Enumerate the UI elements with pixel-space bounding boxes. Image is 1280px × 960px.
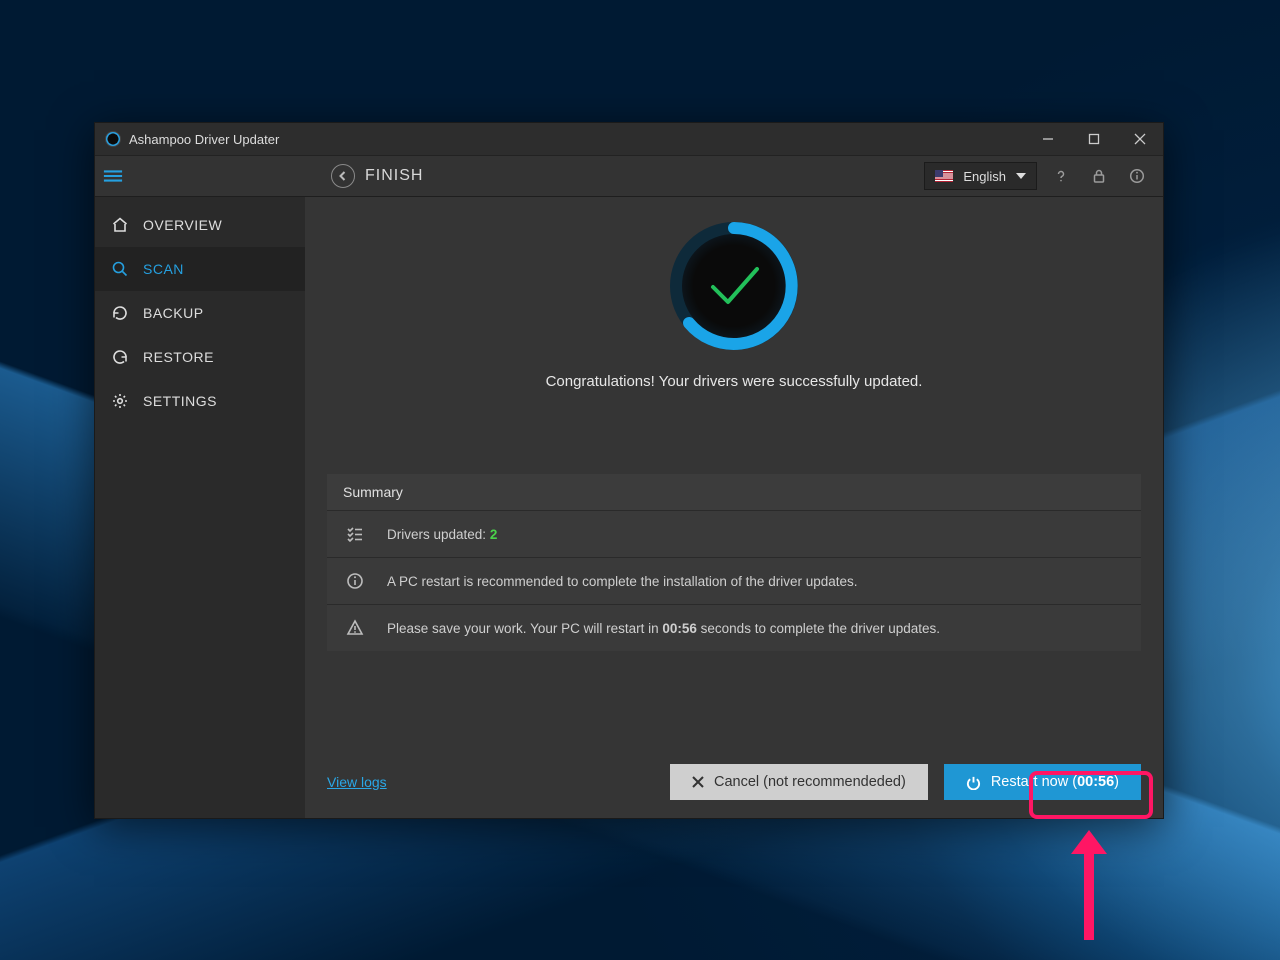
summary-row-text: Please save your work. Your PC will rest… (387, 621, 940, 636)
backup-icon (111, 304, 129, 322)
success-graphic (665, 217, 803, 355)
updated-count: 2 (490, 527, 498, 542)
close-button[interactable] (1117, 123, 1163, 155)
sidebar-item-settings[interactable]: SETTINGS (95, 379, 305, 423)
hamburger-menu-button[interactable] (95, 155, 131, 197)
cancel-label: Cancel (not recommendeded) (714, 774, 906, 790)
hero-message: Congratulations! Your drivers were succe… (546, 373, 923, 390)
language-selector[interactable]: English (924, 162, 1037, 190)
power-icon (966, 775, 981, 790)
sidebar-item-label: SCAN (143, 261, 184, 277)
main-content: Congratulations! Your drivers were succe… (305, 197, 1163, 818)
warning-icon (345, 619, 365, 637)
topbar: FINISH English (95, 155, 1163, 197)
flag-us-icon (935, 170, 953, 182)
summary-row-info: A PC restart is recommended to complete … (327, 557, 1141, 604)
lock-button[interactable] (1085, 162, 1113, 190)
checklist-icon (345, 525, 365, 543)
sidebar-item-label: OVERVIEW (143, 217, 222, 233)
summary-row-text: Drivers updated: 2 (387, 527, 497, 542)
restore-icon (111, 348, 129, 366)
info-icon (345, 572, 365, 590)
cancel-button[interactable]: Cancel (not recommendeded) (670, 764, 928, 800)
sidebar-item-label: RESTORE (143, 349, 214, 365)
sidebar-item-label: SETTINGS (143, 393, 217, 409)
sidebar-item-label: BACKUP (143, 305, 204, 321)
back-button[interactable] (331, 164, 355, 188)
breadcrumb: FINISH (331, 164, 423, 188)
sidebar-item-restore[interactable]: RESTORE (95, 335, 305, 379)
annotation-arrow (1084, 850, 1094, 940)
summary-row-warning: Please save your work. Your PC will rest… (327, 604, 1141, 651)
sidebar-item-backup[interactable]: BACKUP (95, 291, 305, 335)
home-icon (111, 216, 129, 234)
summary-row-updated: Drivers updated: 2 (327, 510, 1141, 557)
info-button[interactable] (1123, 162, 1151, 190)
summary-row-text: A PC restart is recommended to complete … (387, 574, 858, 589)
application-window: Ashampoo Driver Updater FINISH English (94, 122, 1164, 819)
hero: Congratulations! Your drivers were succe… (305, 197, 1163, 400)
titlebar: Ashampoo Driver Updater (95, 123, 1163, 155)
footer: View logs Cancel (not recommendeded) Res… (305, 750, 1163, 818)
close-icon (692, 776, 704, 788)
restart-label: Restart now (00:56) (991, 774, 1119, 790)
summary-heading: Summary (327, 474, 1141, 510)
chevron-down-icon (1016, 173, 1026, 179)
summary: Summary Drivers updated: 2 A PC restart … (327, 474, 1141, 651)
app-icon (105, 131, 121, 147)
countdown-time: 00:56 (662, 621, 697, 636)
language-label: English (963, 169, 1006, 184)
sidebar: OVERVIEW SCAN BACKUP RESTORE SETTINGS (95, 197, 305, 818)
breadcrumb-label: FINISH (365, 167, 423, 185)
search-icon (111, 260, 129, 278)
view-logs-link[interactable]: View logs (327, 774, 387, 790)
sidebar-item-scan[interactable]: SCAN (95, 247, 305, 291)
minimize-button[interactable] (1025, 123, 1071, 155)
window-title: Ashampoo Driver Updater (129, 132, 279, 147)
help-button[interactable] (1047, 162, 1075, 190)
gear-icon (111, 392, 129, 410)
restart-now-button[interactable]: Restart now (00:56) (944, 764, 1141, 800)
maximize-button[interactable] (1071, 123, 1117, 155)
sidebar-item-overview[interactable]: OVERVIEW (95, 203, 305, 247)
